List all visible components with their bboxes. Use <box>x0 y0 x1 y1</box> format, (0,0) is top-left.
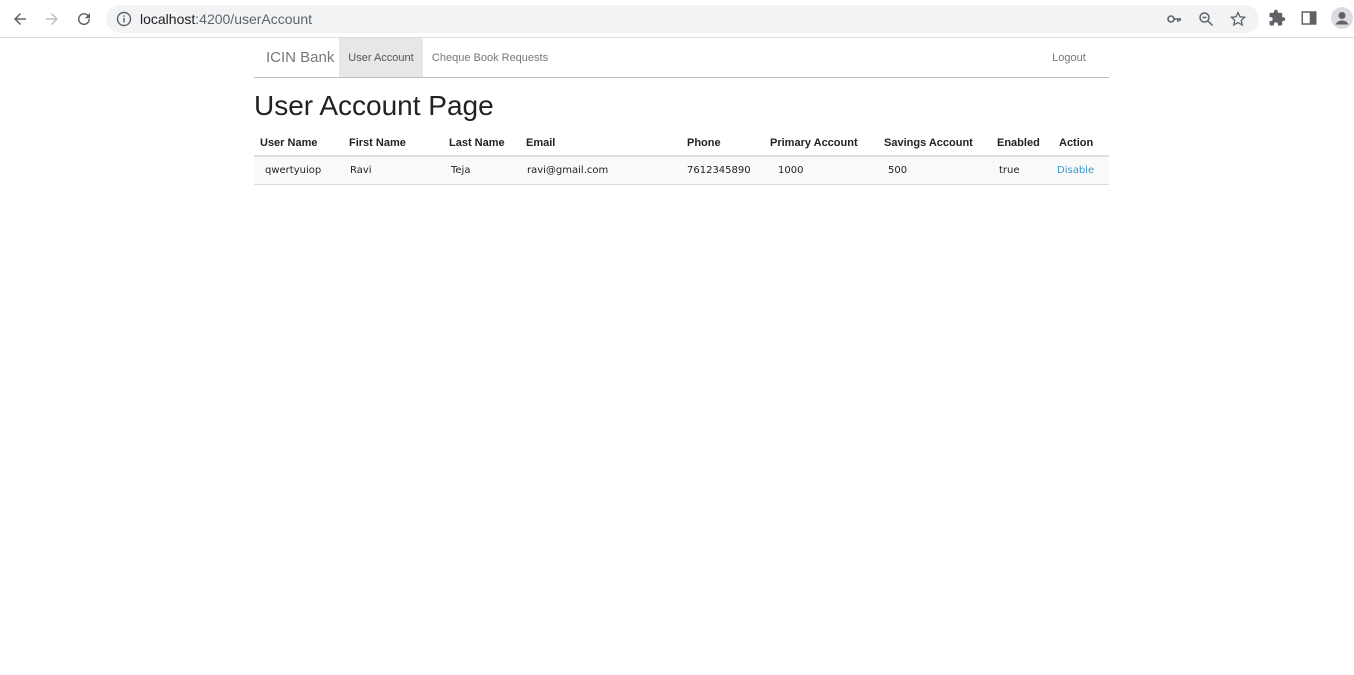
cell-email: ravi@gmail.com <box>520 156 681 185</box>
bookmark-star-icon[interactable] <box>1229 10 1247 27</box>
zoom-icon[interactable] <box>1198 11 1214 27</box>
cell-primary-account: 1000 <box>764 156 878 185</box>
table-row: qwertyuiop Ravi Teja ravi@gmail.com 7612… <box>254 156 1109 185</box>
cell-action: Disable <box>1053 156 1109 185</box>
header-email: Email <box>520 131 681 157</box>
logout-link[interactable]: Logout <box>1043 38 1095 77</box>
table-header-row: User Name First Name Last Name Email Pho… <box>254 131 1109 157</box>
navbar: ICIN Bank User Account Cheque Book Reque… <box>254 38 1109 78</box>
header-user-name: User Name <box>254 131 343 157</box>
header-action: Action <box>1053 131 1109 157</box>
address-bar[interactable]: localhost:4200/userAccount <box>106 5 1259 33</box>
nav-user-account[interactable]: User Account <box>339 38 423 77</box>
url-text: localhost:4200/userAccount <box>140 11 313 27</box>
header-last-name: Last Name <box>443 131 520 157</box>
header-primary-account: Primary Account <box>764 131 878 157</box>
key-icon[interactable] <box>1166 11 1182 27</box>
app-container: ICIN Bank User Account Cheque Book Reque… <box>254 38 1109 185</box>
cell-last-name: Teja <box>443 156 520 185</box>
back-icon[interactable] <box>8 7 32 31</box>
profile-avatar-icon[interactable] <box>1331 7 1353 29</box>
nav-cheque-book-requests[interactable]: Cheque Book Requests <box>423 38 557 77</box>
site-info-icon[interactable] <box>116 11 132 27</box>
reload-icon[interactable] <box>72 7 96 31</box>
page-title: User Account Page <box>254 90 494 121</box>
cell-first-name: Ravi <box>343 156 443 185</box>
users-table: User Name First Name Last Name Email Pho… <box>254 131 1109 185</box>
brand[interactable]: ICIN Bank <box>266 49 334 66</box>
header-phone: Phone <box>681 131 764 157</box>
header-savings-account: Savings Account <box>878 131 991 157</box>
cell-user-name: qwertyuiop <box>254 156 343 185</box>
cell-enabled: true <box>991 156 1053 185</box>
forward-icon[interactable] <box>40 7 64 31</box>
cell-savings-account: 500 <box>878 156 991 185</box>
side-panel-icon[interactable] <box>1300 9 1320 29</box>
header-first-name: First Name <box>343 131 443 157</box>
browser-toolbar: localhost:4200/userAccount <box>0 0 1354 38</box>
header-enabled: Enabled <box>991 131 1053 157</box>
extensions-icon[interactable] <box>1268 9 1288 29</box>
disable-button[interactable]: Disable <box>1057 165 1094 176</box>
cell-phone: 7612345890 <box>681 156 764 185</box>
